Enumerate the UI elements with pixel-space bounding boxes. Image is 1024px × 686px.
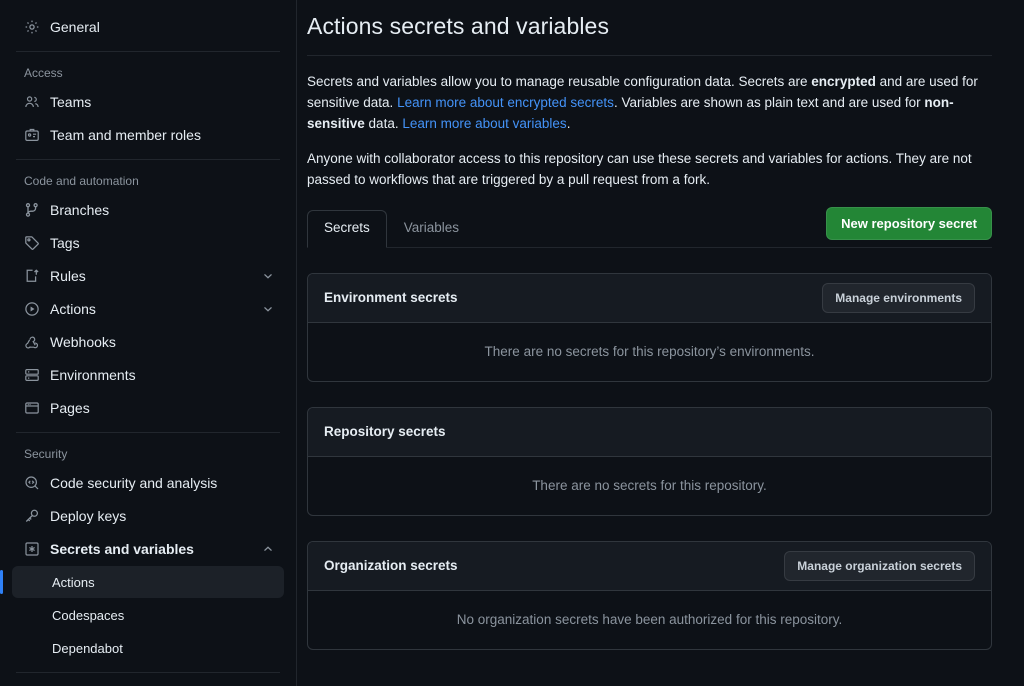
manage-environments-button[interactable]: Manage environments (822, 283, 975, 313)
sidebar-divider (16, 51, 280, 52)
webhook-icon (24, 334, 40, 350)
chevron-down-icon[interactable] (260, 268, 276, 284)
title-divider (307, 55, 992, 56)
sidebar-divider (16, 672, 280, 673)
sidebar-subitem-label: Actions (52, 575, 95, 590)
sidebar-item-branches[interactable]: Branches (12, 194, 284, 226)
card-title: Organization secrets (324, 558, 458, 573)
card-empty-state: There are no secrets for this repository… (308, 323, 991, 381)
sidebar-divider (16, 432, 280, 433)
people-icon (24, 94, 40, 110)
new-repository-secret-button[interactable]: New repository secret (826, 207, 992, 241)
sidebar-section-access: Access (12, 60, 284, 86)
sidebar-item-label: Rules (50, 269, 86, 283)
card-empty-state: No organization secrets have been author… (308, 591, 991, 649)
page-title: Actions secrets and variables (307, 10, 992, 42)
id-badge-icon (24, 127, 40, 143)
rules-icon (24, 268, 40, 284)
chevron-up-icon[interactable] (260, 541, 276, 557)
intro-text-3: . Variables are shown as plain text and … (614, 95, 924, 110)
sidebar-item-label: Branches (50, 203, 109, 217)
sidebar-item-secrets-and-variables[interactable]: Secrets and variables (12, 533, 284, 565)
sidebar-item-label: Tags (50, 236, 80, 250)
card-empty-state: There are no secrets for this repository… (308, 457, 991, 515)
gear-icon (24, 19, 40, 35)
card-title: Repository secrets (324, 424, 446, 439)
sidebar-subitem-secrets-actions[interactable]: Actions (12, 566, 284, 598)
intro-bold-encrypted: encrypted (811, 74, 876, 89)
chevron-down-icon[interactable] (260, 301, 276, 317)
sidebar-item-actions[interactable]: Actions (12, 293, 284, 325)
sidebar-item-webhooks[interactable]: Webhooks (12, 326, 284, 358)
key-icon (24, 508, 40, 524)
link-learn-more-encrypted-secrets[interactable]: Learn more about encrypted secrets (397, 95, 614, 110)
sidebar-item-team-and-member-roles[interactable]: Team and member roles (12, 119, 284, 151)
sidebar-item-label: Environments (50, 368, 136, 382)
sidebar-item-tags[interactable]: Tags (12, 227, 284, 259)
sidebar-item-label: General (50, 20, 100, 34)
environment-secrets-card: Environment secrets Manage environments … (307, 273, 992, 382)
intro-text-5: . (567, 116, 571, 131)
manage-organization-secrets-button[interactable]: Manage organization secrets (784, 551, 975, 581)
sidebar-subitem-label: Codespaces (52, 608, 124, 623)
sidebar-section-integrations: Integrations (12, 681, 284, 686)
main-content: Actions secrets and variables Secrets an… (297, 0, 1024, 686)
server-icon (24, 367, 40, 383)
intro-text-4: data. (365, 116, 403, 131)
sidebar-item-label: Pages (50, 401, 90, 415)
repository-secrets-card: Repository secrets There are no secrets … (307, 407, 992, 516)
sidebar-item-label: Teams (50, 95, 91, 109)
settings-sidebar: General Access Teams (0, 0, 297, 686)
sidebar-item-deploy-keys[interactable]: Deploy keys (12, 500, 284, 532)
card-header: Environment secrets Manage environments (308, 274, 991, 323)
settings-page: General Access Teams (0, 0, 1024, 686)
secrets-variables-tabbar: Secrets Variables New repository secret (307, 209, 992, 248)
tag-icon (24, 235, 40, 251)
intro-paragraph-2: Anyone with collaborator access to this … (307, 149, 992, 191)
sidebar-item-label: Team and member roles (50, 128, 201, 142)
sidebar-item-rules[interactable]: Rules (12, 260, 284, 292)
intro-paragraph-1: Secrets and variables allow you to manag… (307, 72, 992, 135)
sidebar-item-teams[interactable]: Teams (12, 86, 284, 118)
sidebar-item-label: Code security and analysis (50, 476, 217, 490)
sidebar-subitem-secrets-codespaces[interactable]: Codespaces (12, 599, 284, 631)
browser-icon (24, 400, 40, 416)
code-scan-icon (24, 475, 40, 491)
sidebar-section-code-and-automation: Code and automation (12, 168, 284, 194)
sidebar-item-code-security-and-analysis[interactable]: Code security and analysis (12, 467, 284, 499)
git-branch-icon (24, 202, 40, 218)
intro-text-1: Secrets and variables allow you to manag… (307, 74, 811, 89)
sidebar-item-pages[interactable]: Pages (12, 392, 284, 424)
play-circle-icon (24, 301, 40, 317)
link-learn-more-about-variables[interactable]: Learn more about variables (402, 116, 566, 131)
asterisk-box-icon (24, 541, 40, 557)
sidebar-item-label: Deploy keys (50, 509, 126, 523)
sidebar-item-label: Webhooks (50, 335, 116, 349)
sidebar-item-label: Secrets and variables (50, 542, 194, 556)
sidebar-subitem-secrets-dependabot[interactable]: Dependabot (12, 632, 284, 664)
card-header: Organization secrets Manage organization… (308, 542, 991, 591)
organization-secrets-card: Organization secrets Manage organization… (307, 541, 992, 650)
tab-variables[interactable]: Variables (387, 210, 476, 247)
sidebar-divider (16, 159, 280, 160)
sidebar-item-general[interactable]: General (12, 11, 284, 43)
sidebar-section-security: Security (12, 441, 284, 467)
tab-secrets[interactable]: Secrets (307, 210, 387, 247)
sidebar-item-environments[interactable]: Environments (12, 359, 284, 391)
card-title: Environment secrets (324, 290, 458, 305)
card-header: Repository secrets (308, 408, 991, 457)
sidebar-item-label: Actions (50, 302, 96, 316)
sidebar-subitem-label: Dependabot (52, 641, 123, 656)
